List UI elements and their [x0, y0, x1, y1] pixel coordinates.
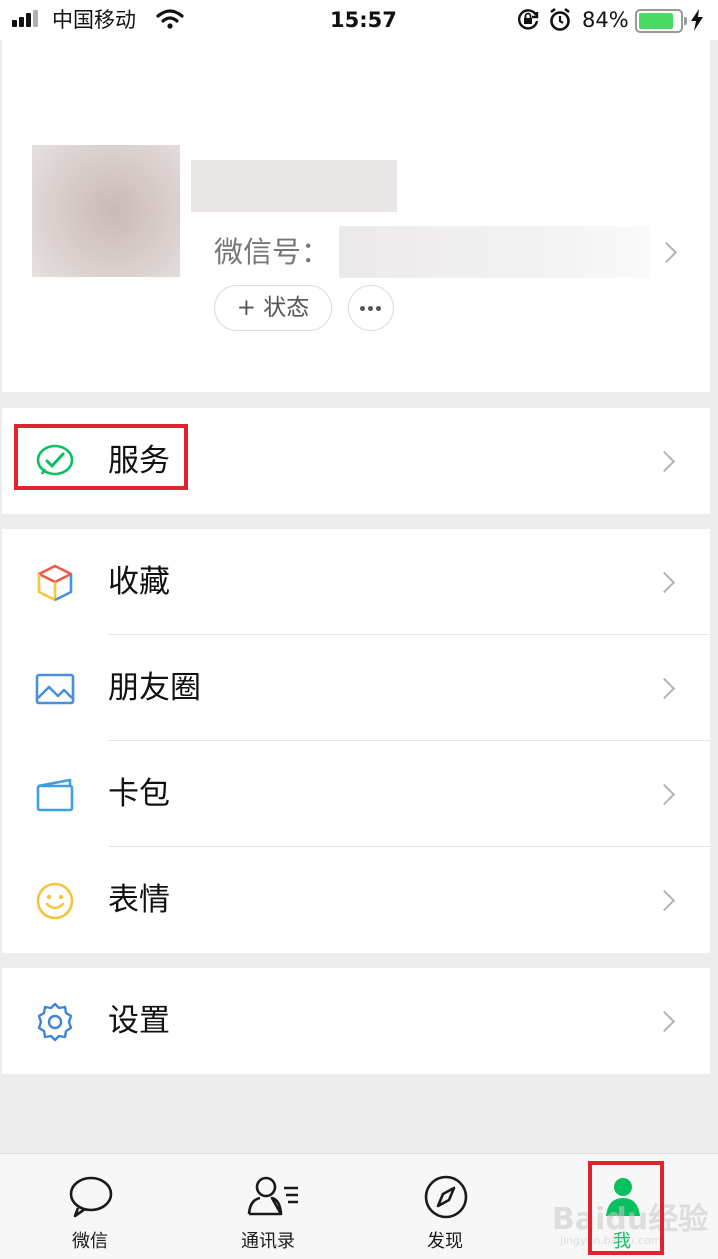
menu-item-cards[interactable]: 卡包 [2, 741, 710, 847]
charging-icon [691, 9, 703, 31]
avatar[interactable] [32, 145, 180, 277]
chevron-right-icon [653, 677, 676, 700]
chevron-right-icon [655, 241, 678, 264]
tab-contacts[interactable]: 通讯录 [208, 1154, 328, 1259]
status-bar: 中国移动 15:57 84% [0, 0, 718, 40]
contacts-icon [247, 1176, 298, 1216]
features-group: 收藏 朋友圈 卡包 表情 [2, 529, 710, 953]
chat-bubble-icon [69, 1176, 113, 1218]
chevron-right-icon [653, 450, 676, 473]
chevron-right-icon [653, 1010, 676, 1033]
tab-label-contacts: 通讯录 [241, 1231, 295, 1252]
moments-photo-icon [35, 673, 75, 705]
highlight-box-me [588, 1161, 664, 1255]
menu-label-stickers: 表情 [108, 882, 170, 918]
carrier-name: 中国移动 [52, 8, 136, 32]
chevron-right-icon [653, 889, 676, 912]
battery-icon [635, 9, 687, 33]
wechat-id-label: 微信号： [214, 235, 331, 269]
menu-label-cards: 卡包 [108, 776, 170, 812]
menu-item-settings[interactable]: 设置 [2, 968, 710, 1074]
nickname-blurred [191, 160, 397, 212]
add-status-button[interactable]: + 状态 [214, 285, 332, 331]
smiley-icon [36, 882, 74, 920]
gear-icon [37, 1002, 73, 1042]
tab-chats[interactable]: 微信 [30, 1154, 150, 1259]
menu-label-favorites: 收藏 [108, 564, 170, 600]
wifi-icon [156, 9, 184, 29]
more-button[interactable] [348, 285, 394, 331]
chevron-right-icon [653, 571, 676, 594]
profile-card[interactable]: 微信号： + 状态 [2, 40, 710, 392]
menu-label-settings: 设置 [108, 1003, 170, 1039]
tab-discover[interactable]: 发现 [385, 1154, 505, 1259]
menu-item-stickers[interactable]: 表情 [2, 847, 710, 953]
tab-label-discover: 发现 [427, 1231, 463, 1252]
settings-group: 设置 [2, 968, 710, 1074]
signal-icon [12, 0, 44, 40]
battery-percent: 84% [582, 8, 629, 32]
chevron-right-icon [653, 783, 676, 806]
clock: 15:57 [330, 8, 397, 32]
more-dots-icon [360, 306, 365, 311]
menu-label-moments: 朋友圈 [108, 670, 201, 706]
highlight-box-service [14, 424, 188, 490]
card-wallet-icon [36, 778, 74, 812]
alarm-icon [550, 7, 570, 31]
wechat-id-blurred [339, 226, 651, 278]
compass-icon [424, 1175, 468, 1219]
menu-item-favorites[interactable]: 收藏 [2, 529, 710, 635]
favorites-cube-icon [37, 564, 73, 602]
menu-item-moments[interactable]: 朋友圈 [2, 635, 710, 741]
tab-label-chats: 微信 [72, 1231, 108, 1252]
orientation-lock-icon [517, 9, 539, 30]
